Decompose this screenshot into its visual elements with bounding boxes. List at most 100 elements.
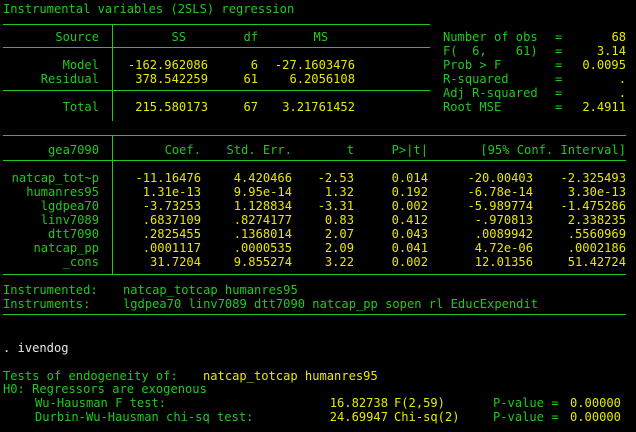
anova-row-ms: -27.1603476 [274,58,355,72]
anova-vertical-rule [112,24,113,121]
coef-header-ci: [95% Conf. Interval] [480,143,626,157]
coef-row-coef: 31.7204 [150,255,201,269]
stat-label: Prob > F [443,58,502,72]
coef-row-ci-lower: -5.989774 [467,199,533,213]
coef-row-ci-lower: -20.00403 [467,171,533,185]
stat-value: . [618,72,626,86]
coef-bottom-rule [3,274,626,275]
coef-row-coef: .2825455 [142,227,201,241]
anova-total-label: Total [62,100,99,114]
stat-label: Root MSE [443,100,502,114]
stat-label: Adj R-squared [443,86,538,100]
coef-row-pvalue: 0.002 [391,255,428,269]
coef-row-name: humanres95 [26,185,99,199]
coef-row-stderr: .8274177 [233,213,292,227]
anova-header-rule [3,47,430,48]
coef-header-depvar: gea7090 [48,143,99,157]
anova-header-df: df [243,30,258,44]
coef-row-name: natcap_pp [33,241,99,255]
coef-row-ci-upper: 51.42724 [567,255,626,269]
coef-row-name: lgdpea70 [40,199,99,213]
test-pvalue: 0.00000 [570,410,621,424]
test-name: Wu-Hausman F test: [35,396,167,410]
coef-row-name: linv7089 [40,213,99,227]
anova-row-df: 61 [243,72,258,86]
stat-value: 3.14 [596,44,626,58]
coef-row-stderr: 1.128834 [233,199,292,213]
coef-row-pvalue: 0.041 [391,241,428,255]
test-distribution: Chi-sq(2) [394,410,460,424]
anova-row-label: Residual [40,72,99,86]
coef-header-stderr: Std. Err. [226,143,292,157]
anova-row-ss: -162.962086 [127,58,208,72]
coef-row-pvalue: 0.192 [391,185,428,199]
coef-row-stderr: 9.855274 [233,255,292,269]
test-pvalue-label: P-value = [493,396,559,410]
coef-row-t: -3.31 [317,199,354,213]
anova-row-label: Model [62,58,99,72]
coef-row-name: dtt7090 [48,227,99,241]
stat-label: F( 6, 61) [443,44,538,58]
anova-header-ss: SS [171,30,186,44]
coef-row-pvalue: 0.043 [391,227,428,241]
stat-value: 2.4911 [582,100,626,114]
instrumented-vars: natcap_totcap humanres95 [123,283,298,297]
coef-row-coef: 1.31e-13 [142,185,201,199]
test-statistic: 16.82738 [329,396,388,410]
coef-row-ci-upper: .5560969 [567,227,626,241]
coef-row-coef: -3.73253 [142,199,201,213]
coef-row-t: -2.53 [317,171,354,185]
coef-top-rule [3,135,626,136]
coef-row-ci-lower: 4.72e-06 [474,241,533,255]
coef-row-coef: -11.16476 [135,171,201,185]
anova-total-rule [3,90,430,91]
instruments-vars: lgdpea70 linv7089 dtt7090 natcap_pp sope… [123,297,539,311]
coef-row-name: _cons [62,255,99,269]
coef-row-ci-lower: -6.78e-14 [467,185,533,199]
coef-header-pvalue: P>|t| [391,143,428,157]
coef-row-t: 0.83 [324,213,354,227]
coef-row-stderr: 9.95e-14 [233,185,292,199]
coef-header-rule [3,160,626,161]
test-statistic: 24.69947 [329,410,388,424]
anova-total-df: 67 [243,100,258,114]
coef-row-ci-lower: 12.01356 [474,255,533,269]
coef-row-pvalue: 0.412 [391,213,428,227]
coef-row-stderr: .0000535 [233,241,292,255]
instruments-label: Instruments: [3,297,91,311]
anova-row-df: 6 [250,58,258,72]
stat-label: R-squared [443,72,509,86]
regression-title: Instrumental variables (2SLS) regression [3,2,295,16]
stat-value: . [618,86,626,100]
instruments-rule [3,314,626,315]
test-distribution: F(2,59) [394,396,445,410]
coef-row-stderr: .1368014 [233,227,292,241]
coef-row-ci-lower: .0089942 [474,227,533,241]
coef-row-coef: .0001117 [142,241,201,255]
stat-label: Number of obs [443,30,538,44]
stat-value: 0.0095 [582,58,626,72]
coef-row-ci-upper: 3.30e-13 [567,185,626,199]
coef-row-coef: .6837109 [142,213,201,227]
coef-header-t: t [346,143,354,157]
coef-row-stderr: 4.420466 [233,171,292,185]
anova-row-ms: 6.2056108 [289,72,355,86]
coef-row-ci-upper: -2.325493 [560,171,626,185]
coef-row-ci-upper: -1.475286 [560,199,626,213]
anova-header-source: Source [55,30,99,44]
anova-row-ss: 378.542259 [135,72,208,86]
null-hypothesis: H0: Regressors are exogenous [3,382,207,396]
coef-row-name: natcap_tot~p [11,171,99,185]
coef-row-ci-upper: .0002186 [567,241,626,255]
coef-row-pvalue: 0.014 [391,171,428,185]
coef-row-t: 2.09 [324,241,354,255]
stat-value: 68 [611,30,626,44]
anova-header-ms: MS [313,30,328,44]
anova-top-rule [3,24,430,25]
command-line: . ivendog [3,341,69,355]
instrumented-label: Instrumented: [3,283,98,297]
anova-total-ss: 215.580173 [135,100,208,114]
coef-row-t: 1.32 [324,185,354,199]
endogeneity-label: Tests of endogeneity of: [3,369,178,383]
coef-row-pvalue: 0.002 [391,199,428,213]
